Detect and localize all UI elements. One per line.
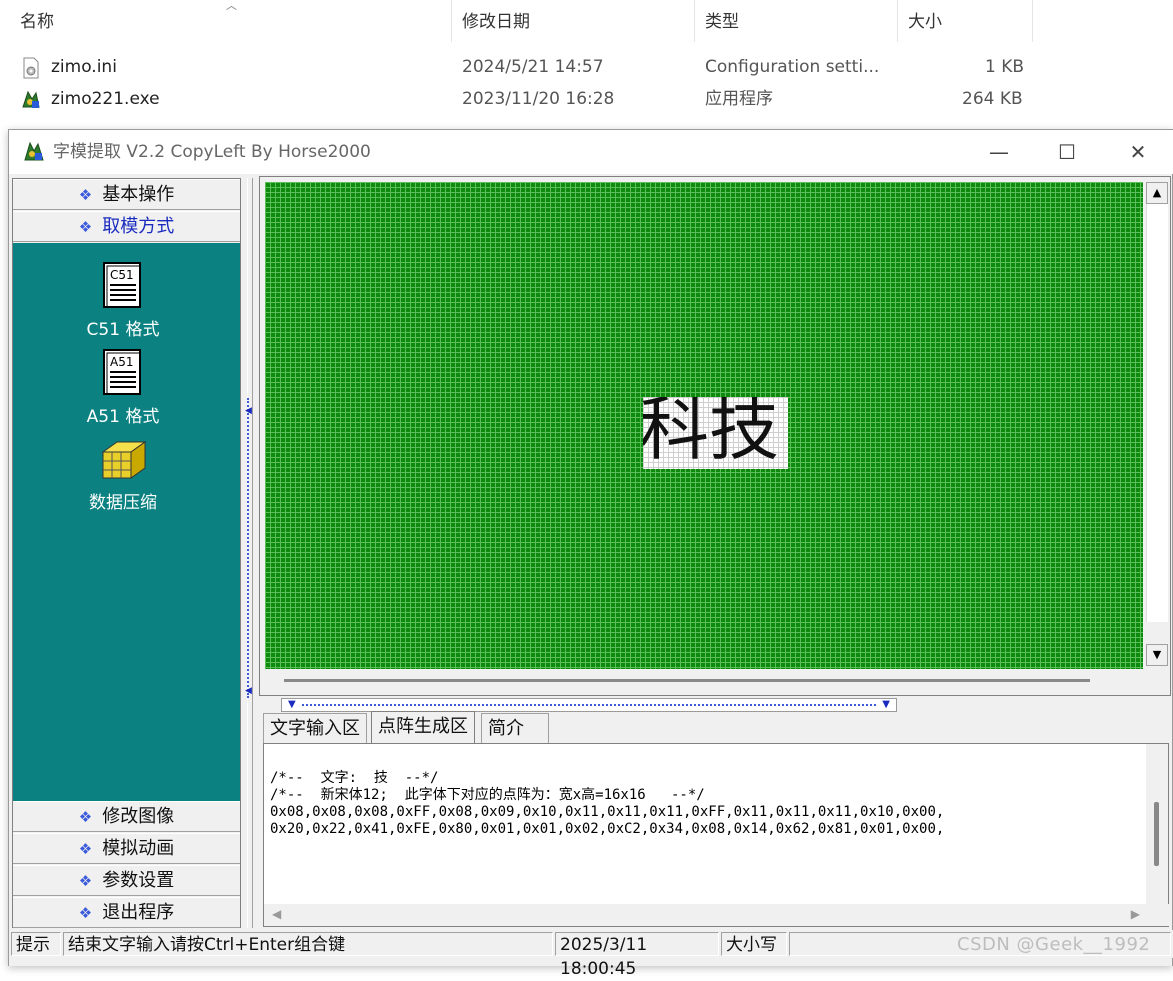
output-text: /*-- 文字: 技 --*//*-- 新宋体12; 此字体下对应的点阵为：宽x… — [270, 770, 1130, 838]
output-line: 0x08,0x08,0x08,0xFF,0x08,0x09,0x10,0x11,… — [270, 804, 945, 820]
status-label: 提示 — [11, 932, 61, 956]
diamond-icon: ❖ — [78, 808, 93, 826]
collapse-left-arrow-icon[interactable]: ◀ — [245, 686, 252, 696]
canvas-vertical-scrollbar[interactable]: ▲ ▼ — [1146, 182, 1168, 669]
data-compression-tool[interactable]: 数据压缩 — [13, 438, 233, 513]
horizontal-splitter[interactable]: ▼ ▼ — [281, 698, 897, 712]
button-label: 基本操作 — [102, 184, 175, 205]
simulate-animation-button[interactable]: ❖ 模拟动画 — [13, 833, 240, 864]
c51-document-icon: C51 — [103, 262, 141, 308]
scroll-down-button[interactable]: ▼ — [1146, 644, 1168, 666]
vertical-splitter[interactable]: ◀ ◀ — [243, 178, 258, 928]
scroll-right-button[interactable]: ▶ — [1131, 907, 1140, 921]
button-label: 修改图像 — [102, 806, 175, 827]
glyph-preview[interactable]: 科技 — [643, 397, 788, 469]
file-modified: 2023/11/20 16:28 — [462, 89, 615, 109]
glyph-text: 科技 — [643, 397, 779, 469]
maximize-button[interactable]: ☐ — [1032, 130, 1102, 174]
scroll-thumb[interactable] — [1154, 802, 1159, 866]
file-size: 264 KB — [962, 89, 1023, 109]
diamond-icon: ❖ — [78, 872, 93, 890]
tool-label: A51 格式 — [86, 407, 160, 427]
tab-text-input[interactable]: 文字输入区 — [263, 713, 367, 743]
dot-matrix-grid[interactable]: 科技 — [265, 182, 1143, 669]
diamond-icon: ❖ — [78, 904, 93, 922]
exit-program-button[interactable]: ❖ 退出程序 — [13, 897, 240, 928]
cube-icon — [101, 441, 147, 479]
minimize-button[interactable]: — — [964, 130, 1034, 174]
watermark: CSDN @Geek__1992 — [957, 934, 1151, 955]
collapse-down-arrow-icon[interactable]: ▼ — [288, 699, 296, 710]
file-size: 1 KB — [985, 57, 1025, 77]
zimo-app-window: 字模提取 V2.2 CopyLeft By Horse2000 — ☐ ✕ ❖ 基… — [8, 129, 1173, 979]
left-function-panel: ❖ 基本操作 ❖ 取模方式 C51 C51 格式 A51 A51 格式 数据压缩… — [12, 178, 241, 928]
app-logo-icon — [24, 141, 44, 161]
close-button[interactable]: ✕ — [1103, 130, 1173, 174]
c51-format-tool[interactable]: C51 C51 格式 — [13, 261, 233, 340]
svg-text:C51: C51 — [110, 268, 134, 282]
button-label: 取模方式 — [102, 216, 175, 237]
a51-document-icon: A51 — [103, 349, 141, 395]
scroll-up-button[interactable]: ▲ — [1146, 182, 1168, 204]
status-message: 结束文字输入请按Ctrl+Enter组合键 — [63, 932, 553, 956]
tool-area: C51 C51 格式 A51 A51 格式 数据压缩 — [13, 243, 240, 801]
basic-operations-button[interactable]: ❖ 基本操作 — [13, 179, 240, 210]
tab-dot-matrix-output[interactable]: 点阵生成区 — [371, 711, 475, 743]
column-header-size[interactable]: 大小 — [898, 0, 1033, 42]
file-modified: 2024/5/21 14:57 — [462, 57, 604, 77]
diamond-icon: ❖ — [78, 218, 93, 236]
config-file-icon — [23, 57, 39, 79]
tab-bar: 文字输入区 点阵生成区 简介 — [261, 711, 1171, 743]
diamond-icon: ❖ — [78, 186, 93, 204]
scroll-track[interactable] — [1146, 204, 1168, 622]
file-name: zimo.ini — [51, 57, 117, 77]
column-header-name[interactable]: 名称 ︿ — [0, 0, 452, 42]
file-explorer-list: 名称 ︿ 修改日期 类型 大小 zimo.ini 2024/5/21 14:57… — [0, 0, 1173, 130]
column-header-modified[interactable]: 修改日期 — [452, 0, 695, 42]
output-horizontal-scrollbar[interactable]: ◀ ▶ — [264, 904, 1170, 926]
column-header-type[interactable]: 类型 — [695, 0, 898, 42]
output-line: /*-- 文字: 技 --*/ — [270, 770, 439, 786]
output-line: /*-- 新宋体12; 此字体下对应的点阵为：宽x高=16x16 --*/ — [270, 787, 705, 803]
window-title: 字模提取 V2.2 CopyLeft By Horse2000 — [53, 142, 371, 162]
sort-ascending-icon: ︿ — [226, 0, 237, 12]
button-label: 模拟动画 — [102, 838, 175, 859]
modify-image-button[interactable]: ❖ 修改图像 — [13, 801, 240, 832]
file-name: zimo221.exe — [51, 89, 160, 109]
tab-introduction[interactable]: 简介 — [481, 713, 549, 743]
collapse-left-arrow-icon[interactable]: ◀ — [245, 406, 252, 416]
tool-label: 数据压缩 — [89, 493, 157, 513]
canvas-horizontal-scrollbar[interactable] — [284, 679, 1090, 682]
file-row-zimo-ini[interactable]: zimo.ini 2024/5/21 14:57 Configuration s… — [0, 51, 1173, 83]
button-label: 退出程序 — [102, 902, 175, 923]
file-type: Configuration setti... — [705, 57, 880, 77]
file-row-zimo221-exe[interactable]: zimo221.exe 2023/11/20 16:28 应用程序 264 KB — [0, 83, 1173, 115]
diamond-icon: ❖ — [78, 840, 93, 858]
scroll-left-button[interactable]: ◀ — [272, 907, 281, 921]
parameter-settings-button[interactable]: ❖ 参数设置 — [13, 865, 240, 896]
a51-format-tool[interactable]: A51 A51 格式 — [13, 348, 233, 427]
application-icon — [22, 90, 40, 108]
tool-label: C51 格式 — [86, 320, 160, 340]
title-bar[interactable]: 字模提取 V2.2 CopyLeft By Horse2000 — ☐ ✕ — [9, 130, 1173, 174]
button-label: 参数设置 — [102, 870, 175, 891]
status-caps-lock: 大小写 — [721, 932, 787, 956]
file-type: 应用程序 — [705, 89, 773, 109]
status-datetime: 2025/3/11 18:00:45 — [555, 932, 719, 979]
dot-matrix-canvas-frame: 科技 ▲ ▼ — [259, 176, 1171, 696]
output-vertical-scrollbar[interactable] — [1146, 744, 1168, 906]
output-line: 0x20,0x22,0x41,0xFE,0x80,0x01,0x01,0x02,… — [270, 821, 945, 837]
modulo-mode-button[interactable]: ❖ 取模方式 — [13, 211, 240, 242]
dot-matrix-output-area[interactable]: /*-- 文字: 技 --*//*-- 新宋体12; 此字体下对应的点阵为：宽x… — [263, 743, 1170, 927]
collapse-down-arrow-icon[interactable]: ▼ — [882, 699, 890, 710]
svg-text:A51: A51 — [110, 355, 133, 369]
